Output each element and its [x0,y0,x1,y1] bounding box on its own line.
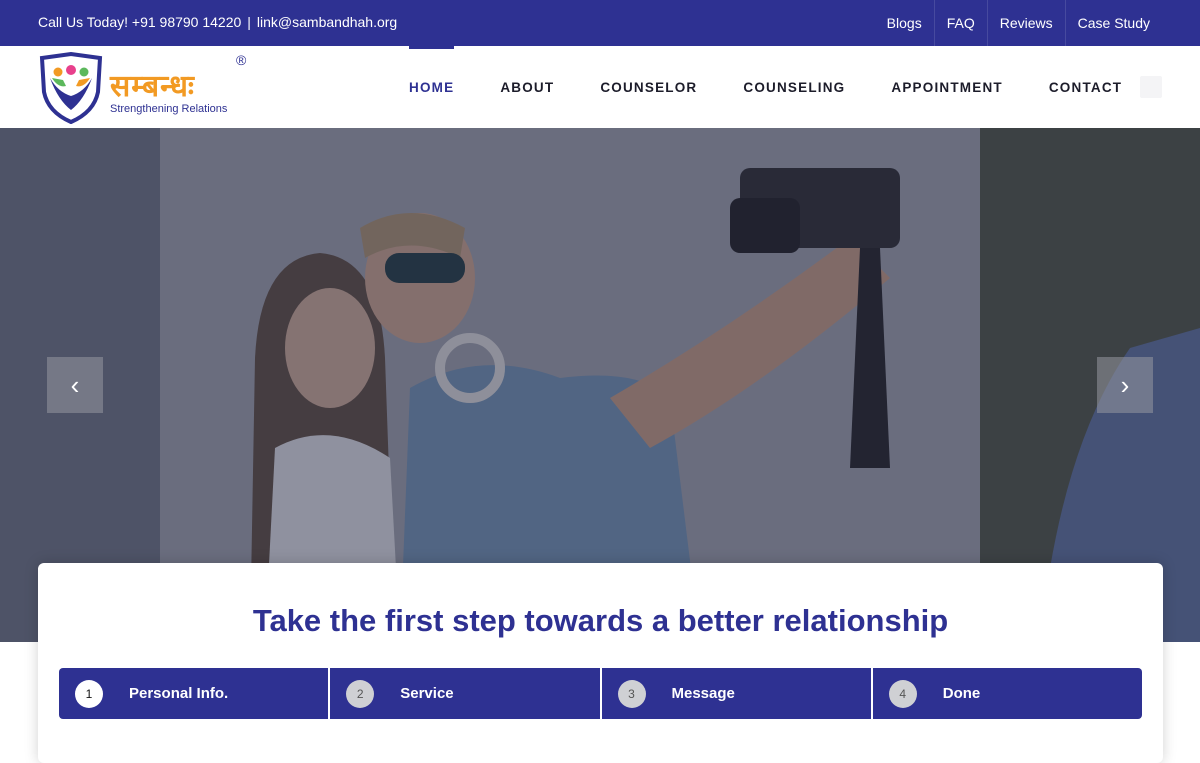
chevron-left-icon: ‹ [70,369,80,400]
nav-item-home[interactable]: HOME [386,46,477,128]
registered-mark: ® [236,52,247,68]
form-title: Take the first step towards a better rel… [252,603,949,638]
logo-tagline: Strengthening Relations [110,103,228,115]
step-service[interactable]: 2 Service [330,668,600,719]
main-header: सम्बन्धः Strengthening Relations ® HOME … [0,46,1200,128]
chevron-right-icon: › [1120,369,1130,400]
step-number: 1 [75,679,103,708]
slider-prev-button[interactable]: ‹ [47,357,103,413]
appointment-form-card: Take the first step towards a better rel… [38,563,1163,763]
email-link[interactable]: link@sambandhah.org [257,14,397,30]
contact-separator: | [247,14,251,30]
top-link-faq[interactable]: FAQ [933,0,987,46]
phone-text[interactable]: Call Us Today! +91 98790 14220 [38,14,241,30]
nav-item-counselor[interactable]: COUNSELOR [577,46,720,128]
step-label: Service [400,685,454,702]
top-contact-info: Call Us Today! +91 98790 14220 | link@samb… [38,14,397,30]
top-bar: Call Us Today! +91 98790 14220 | link@samb… [0,0,1200,46]
nav-item-appointment[interactable]: APPOINTMENT [868,46,1025,128]
step-label: Personal Info. [129,685,229,702]
step-number: 4 [888,679,917,708]
nav-item-contact[interactable]: CONTACT [1026,46,1145,128]
step-number: 2 [346,679,375,708]
site-logo[interactable]: सम्बन्धः Strengthening Relations ® [38,52,253,124]
search-icon[interactable] [1140,76,1162,98]
top-links: Blogs FAQ Reviews Case Study [875,0,1162,46]
top-link-case-study[interactable]: Case Study [1064,0,1162,46]
top-link-reviews[interactable]: Reviews [986,0,1065,46]
logo-brand-text: सम्बन्धः [110,69,195,104]
logo-shield-icon [39,52,103,124]
nav-item-counseling[interactable]: COUNSELING [720,46,868,128]
nav-item-about[interactable]: ABOUT [477,46,577,128]
step-label: Message [671,685,735,702]
step-message[interactable]: 3 Message [601,668,871,719]
slider-next-button[interactable]: › [1097,357,1153,413]
top-link-blogs[interactable]: Blogs [875,0,934,46]
step-done[interactable]: 4 Done [872,668,1142,719]
step-label: Done [942,685,981,702]
form-steps: 1 Personal Info. 2 Service 3 Message 4 D… [59,668,1142,719]
step-number: 3 [617,679,646,708]
main-nav: HOME ABOUT COUNSELOR COUNSELING APPOINTM… [386,46,1145,128]
step-personal-info[interactable]: 1 Personal Info. [59,668,329,719]
